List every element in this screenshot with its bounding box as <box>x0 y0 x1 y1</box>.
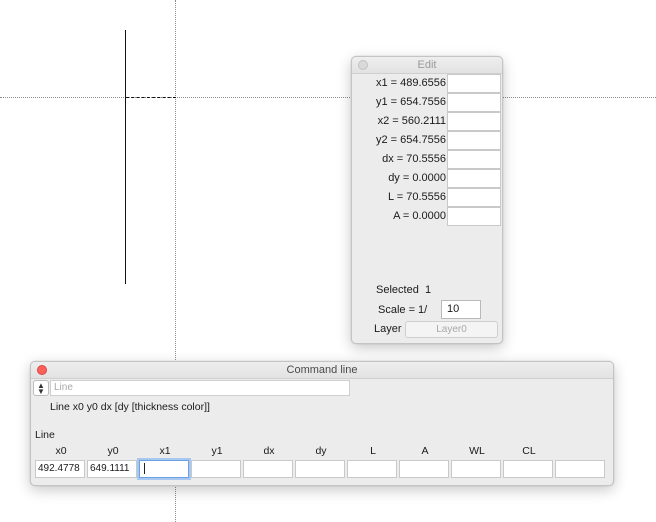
edit-field-label: x1 = 489.6556 <box>375 77 446 89</box>
layer-select[interactable]: Layer0 <box>405 321 498 338</box>
parameter-value: 649.1111 <box>90 463 130 474</box>
edit-field-label: x2 = 560.2111 <box>377 115 446 127</box>
edit-field-row: x1 = 489.6556 <box>352 74 502 93</box>
text-caret <box>144 462 145 474</box>
drawn-vertical-line[interactable] <box>125 30 126 284</box>
edit-window-titlebar[interactable]: Edit <box>352 57 502 74</box>
edit-field-input[interactable] <box>447 131 501 150</box>
command-window-title: Command line <box>286 364 358 376</box>
command-history-stepper[interactable]: ▲ ▼ <box>33 380 49 396</box>
edit-field-label: A = 0.0000 <box>393 210 446 222</box>
edit-field-row: dx = 70.5556 <box>352 150 502 169</box>
parameter-header: WL <box>469 445 485 457</box>
close-window-icon[interactable] <box>358 60 368 70</box>
edit-field-row: dy = 0.0000 <box>352 169 502 188</box>
edit-field-row: y2 = 654.7556 <box>352 131 502 150</box>
edit-field-label: L = 70.5556 <box>387 191 446 203</box>
parameter-input[interactable] <box>399 460 449 478</box>
scale-input[interactable]: 10 <box>441 300 481 319</box>
parameter-input[interactable] <box>243 460 293 478</box>
chevron-up-down-icon: ▲ ▼ <box>37 381 45 396</box>
close-window-icon[interactable] <box>37 365 47 375</box>
edit-field-label: y1 = 654.7556 <box>375 96 446 108</box>
edit-field-input[interactable] <box>447 74 501 93</box>
command-name-label: Line <box>35 429 55 441</box>
scale-label: Scale = 1/ <box>378 304 428 316</box>
edit-field-label: dy = 0.0000 <box>388 172 446 184</box>
edit-field-label: y2 = 654.7556 <box>375 134 446 146</box>
selected-label: Selected <box>376 284 419 296</box>
parameter-header: x0 <box>55 445 67 457</box>
parameter-header: dy <box>315 445 327 457</box>
layer-label: Layer <box>374 323 402 335</box>
parameter-header: A <box>421 445 429 457</box>
parameter-input[interactable] <box>295 460 345 478</box>
parameter-input[interactable] <box>191 460 241 478</box>
parameter-header: CL <box>522 445 536 457</box>
parameter-input[interactable] <box>503 460 553 478</box>
edit-window: Edit x1 = 489.6556 y1 = 654.7556 x2 = 560.… <box>351 56 503 344</box>
edit-field-row: A = 0.0000 <box>352 207 502 226</box>
parameter-header: dx <box>263 445 275 457</box>
parameter-input[interactable] <box>451 460 501 478</box>
parameter-header: x1 <box>159 445 171 457</box>
command-input[interactable]: Line <box>50 380 350 396</box>
selected-count: 1 <box>425 284 432 296</box>
edit-field-input[interactable] <box>447 188 501 207</box>
edit-window-title: Edit <box>417 59 437 71</box>
edit-field-row: y1 = 654.7556 <box>352 93 502 112</box>
edit-field-input[interactable] <box>447 207 501 226</box>
parameter-header: y1 <box>211 445 223 457</box>
drawn-horizontal-line-selected[interactable] <box>126 97 176 98</box>
parameter-header: L <box>370 445 376 457</box>
edit-field-input[interactable] <box>447 93 501 112</box>
edit-field-row: x2 = 560.2111 <box>352 112 502 131</box>
parameter-input[interactable]: 492.4778 <box>35 460 85 478</box>
parameter-value: 492.4778 <box>38 463 80 474</box>
parameter-input[interactable]: 649.1111 <box>87 460 137 478</box>
edit-field-label: dx = 70.5556 <box>382 153 446 165</box>
command-window-titlebar[interactable]: Command line <box>31 362 613 379</box>
edit-field-row: L = 70.5556 <box>352 188 502 207</box>
parameter-input[interactable] <box>347 460 397 478</box>
command-line-window: Command line ▲ ▼ Line Line x0 y0 dx [dy [… <box>30 361 614 486</box>
horizontal-guide-line <box>0 97 656 98</box>
parameter-header: y0 <box>107 445 119 457</box>
parameter-input[interactable] <box>139 460 189 478</box>
parameter-input[interactable] <box>555 460 605 478</box>
edit-field-input[interactable] <box>447 150 501 169</box>
command-syntax-hint: Line x0 y0 dx [dy [thickness color]] <box>50 401 210 413</box>
edit-field-input[interactable] <box>447 112 501 131</box>
edit-field-input[interactable] <box>447 169 501 188</box>
